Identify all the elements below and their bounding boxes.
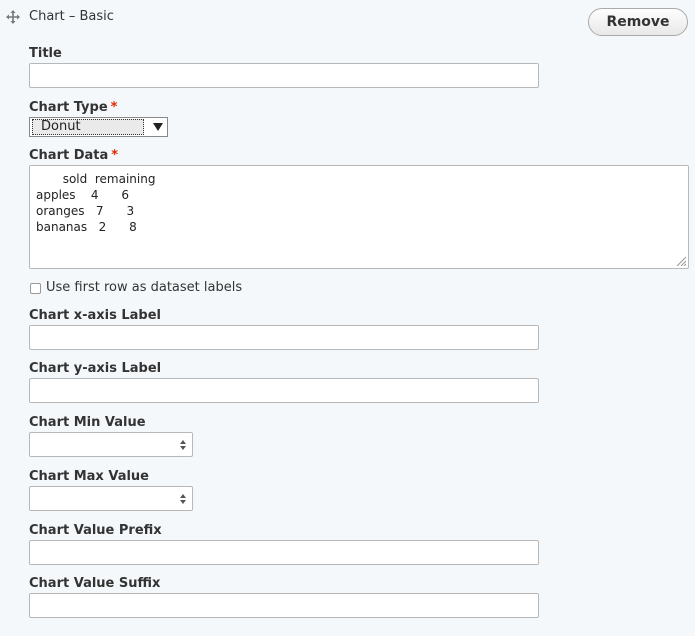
- chart-data-textarea[interactable]: sold remaining apples 4 6 oranges 7 3 ba…: [29, 165, 689, 269]
- first-row-labels-label[interactable]: Use first row as dataset labels: [46, 280, 242, 295]
- min-value-label: Chart Min Value: [29, 415, 146, 430]
- x-axis-label-input[interactable]: [29, 325, 539, 350]
- chart-type-selected-value: Donut: [32, 119, 144, 135]
- value-suffix-label: Chart Value Suffix: [29, 576, 161, 591]
- title-input[interactable]: [29, 63, 539, 88]
- chart-type-select[interactable]: Donut: [29, 117, 168, 137]
- min-value-input[interactable]: [29, 432, 193, 457]
- spinner-icon[interactable]: [179, 438, 187, 452]
- max-value-label: Chart Max Value: [29, 469, 149, 484]
- paragraph-title: Chart – Basic: [29, 9, 114, 24]
- spinner-icon[interactable]: [179, 492, 187, 506]
- max-value-input[interactable]: [29, 486, 193, 511]
- first-row-labels-checkbox[interactable]: [30, 283, 41, 294]
- title-label: Title: [29, 46, 62, 61]
- value-suffix-input[interactable]: [29, 593, 539, 618]
- dropdown-arrow-icon: [153, 123, 163, 131]
- chart-data-label: Chart Data *: [29, 148, 119, 163]
- move-icon[interactable]: [6, 10, 20, 24]
- required-mark: *: [110, 100, 118, 115]
- chart-data-content: sold remaining apples 4 6 oranges 7 3 ba…: [36, 172, 156, 234]
- resize-grip-icon[interactable]: [676, 256, 686, 266]
- x-axis-label-label: Chart x-axis Label: [29, 308, 162, 323]
- chart-type-label: Chart Type *: [29, 100, 118, 115]
- y-axis-label-input[interactable]: [29, 378, 539, 403]
- remove-button[interactable]: Remove: [588, 8, 688, 36]
- value-prefix-input[interactable]: [29, 540, 539, 565]
- y-axis-label-label: Chart y-axis Label: [29, 361, 162, 376]
- value-prefix-label: Chart Value Prefix: [29, 523, 162, 538]
- required-mark: *: [111, 148, 119, 163]
